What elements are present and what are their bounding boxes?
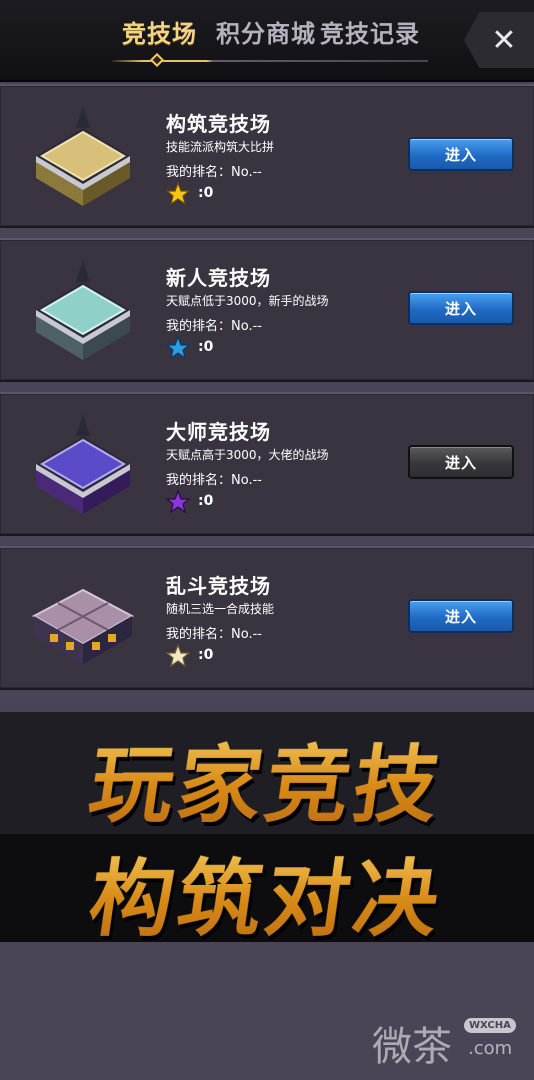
tab-points-shop[interactable]: 积分商城 [216, 14, 316, 49]
enter-button[interactable]: 进入 [408, 445, 514, 479]
star-score: :0 [198, 339, 214, 355]
arena-title: 构筑竞技场 [166, 112, 271, 136]
star-score: :0 [198, 185, 214, 201]
promo-title-line-1: 玩家竞技 [0, 718, 534, 839]
star-icon [166, 644, 190, 668]
watermark-text: 微茶 [372, 1024, 452, 1070]
arena-master-icon [36, 414, 130, 514]
arena-description: 天赋点低于3000，新手的战场 [166, 294, 329, 308]
watermark: 微茶 WXCHA .com [372, 1010, 522, 1070]
arena-description: 随机三选一合成技能 [166, 602, 275, 616]
arena-title: 乱斗竞技场 [166, 574, 271, 598]
top-header: 竞技场 积分商城 竞技记录 ✕ [0, 0, 534, 82]
arena-description: 天赋点高于3000，大佬的战场 [166, 448, 329, 462]
star-icon [166, 182, 190, 206]
close-button[interactable]: ✕ [464, 12, 534, 68]
watermark-badge: WXCHA [464, 1018, 516, 1033]
my-rank: 我的排名：No.-- [166, 165, 262, 180]
watermark-domain: .com [468, 1038, 513, 1059]
arena-title: 新人竞技场 [166, 266, 271, 290]
promo-title-line-2: 构筑对决 [0, 832, 534, 953]
my-rank: 我的排名：No.-- [166, 319, 262, 334]
star-score: :0 [198, 647, 214, 663]
arena-title: 大师竞技场 [166, 420, 271, 444]
star-icon [166, 490, 190, 514]
my-rank: 我的排名：No.-- [166, 627, 262, 642]
tab-indicator-diamond [149, 52, 165, 68]
arena-brawl-icon [31, 588, 135, 664]
arena-description: 技能流派构筑大比拼 [166, 140, 275, 154]
enter-button[interactable]: 进入 [408, 291, 514, 325]
close-icon: ✕ [491, 22, 517, 58]
star-score: :0 [198, 493, 214, 509]
star-icon [166, 336, 190, 360]
arena-build-icon [36, 106, 130, 206]
enter-button[interactable]: 进入 [408, 599, 514, 633]
enter-button[interactable]: 进入 [408, 137, 514, 171]
arena-card-master: 大师竞技场 天赋点高于3000，大佬的战场 我的排名：No.-- :0 进入 [0, 392, 534, 536]
arena-card-build: 构筑竞技场 技能流派构筑大比拼 我的排名：No.-- :0 进入 [0, 84, 534, 228]
arena-card-newbie: 新人竞技场 天赋点低于3000，新手的战场 我的排名：No.-- :0 进入 [0, 238, 534, 382]
my-rank: 我的排名：No.-- [166, 473, 262, 488]
tab-arena-records[interactable]: 竞技记录 [320, 14, 420, 49]
tab-arena[interactable]: 竞技场 [122, 14, 197, 49]
arena-newbie-icon [36, 260, 130, 360]
arena-card-brawl: 乱斗竞技场 随机三选一合成技能 我的排名：No.-- :0 进入 [0, 546, 534, 690]
